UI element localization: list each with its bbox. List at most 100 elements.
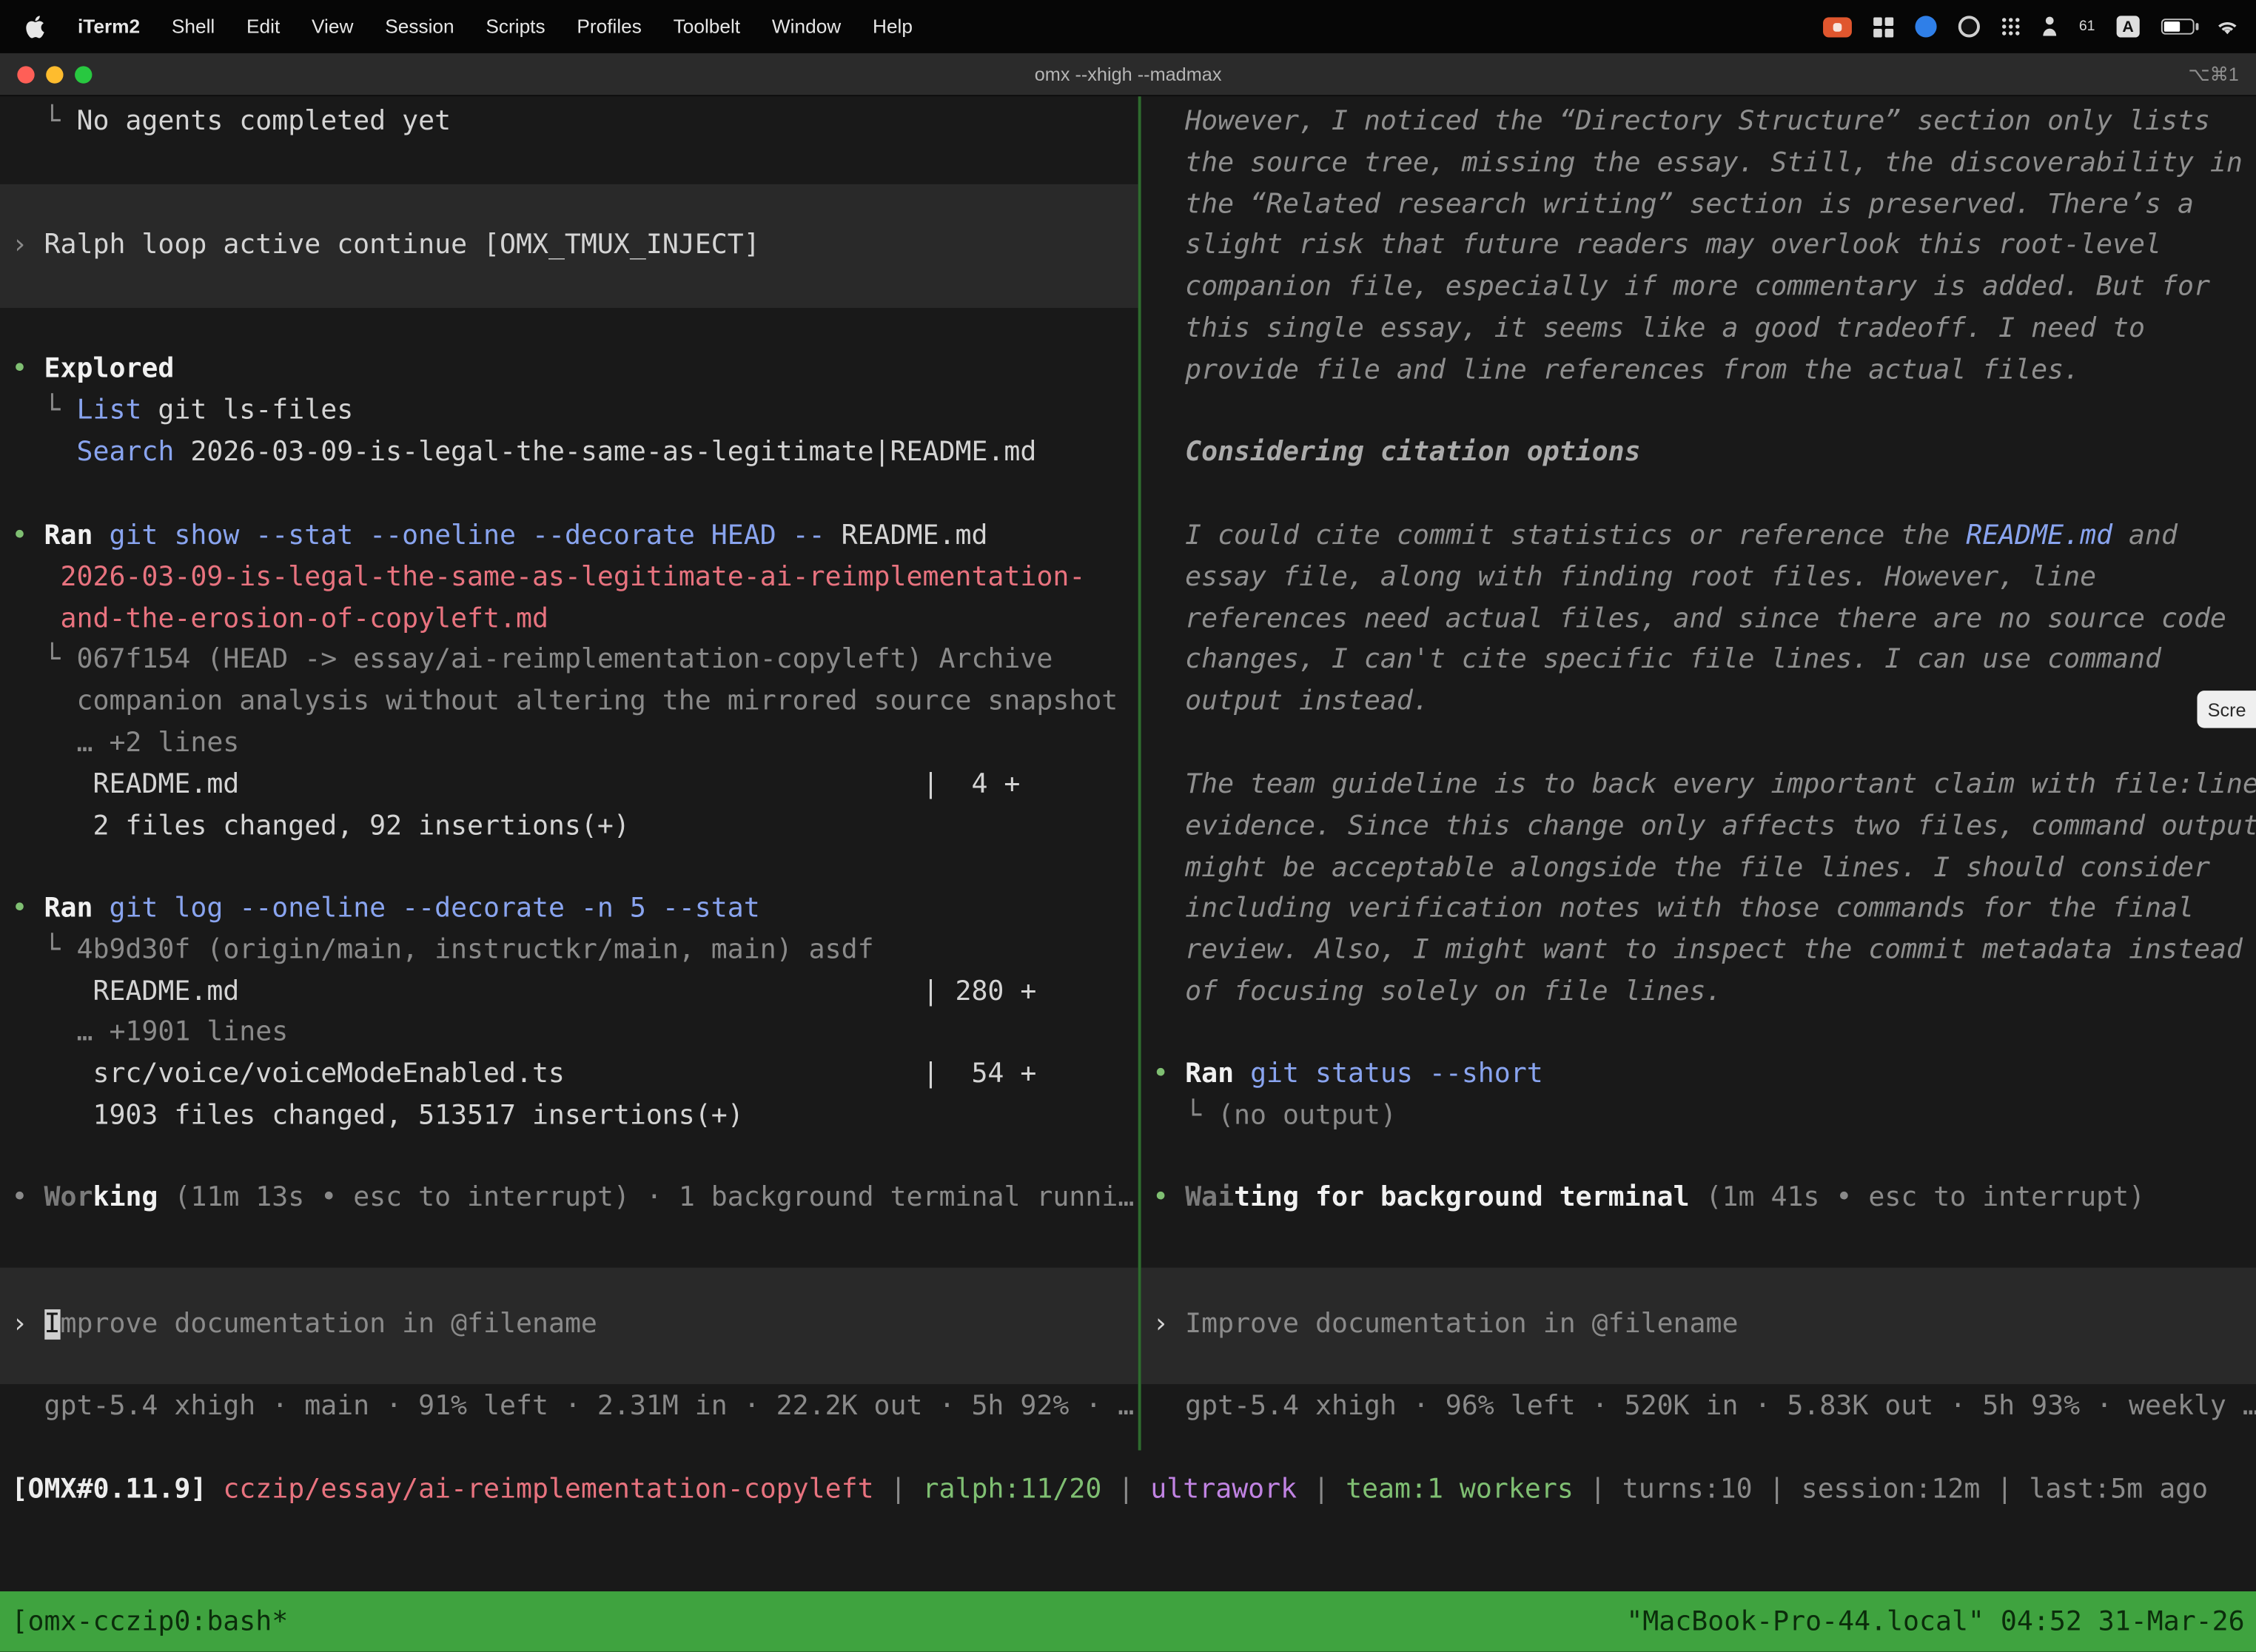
text-segment: … +1901 lines — [12, 1018, 289, 1048]
menu-item-shell[interactable]: Shell — [155, 16, 230, 37]
wifi-icon[interactable] — [2216, 18, 2239, 35]
terminal-line: └ List git ls-files — [0, 391, 1138, 432]
window-titlebar[interactable]: omx --xhigh --madmax ⌥⌘1 — [0, 53, 2256, 96]
menu-item-help[interactable]: Help — [857, 16, 929, 37]
text-segment: • — [1152, 1183, 1185, 1213]
terminal-line: › Improve documentation in @filename — [1141, 1305, 2256, 1346]
text-segment: I could cite commit statistics or refere… — [1152, 521, 1966, 551]
apple-menu-icon[interactable] — [26, 13, 49, 40]
window-shortcut-badge: ⌥⌘1 — [2188, 53, 2238, 96]
terminal-line: gpt-5.4 xhigh · 96% left · 520K in · 5.8… — [1141, 1387, 2256, 1428]
text-segment: › — [1152, 1309, 1185, 1340]
text-segment: including verification notes with those … — [1152, 894, 2194, 924]
terminal-line: README.md | 4 + — [0, 765, 1138, 807]
text-segment: team:1 workers — [1346, 1475, 1574, 1505]
menu-item-session[interactable]: Session — [369, 16, 470, 37]
menu-item-iterm2[interactable]: iTerm2 — [62, 16, 156, 37]
terminal-line: … +1901 lines — [0, 1013, 1138, 1055]
screen-recording-indicator-icon[interactable] — [1823, 16, 1852, 36]
text-segment — [93, 521, 109, 551]
thinking-paragraph-2: I could cite commit statistics or refere… — [1141, 517, 2256, 724]
menu-item-profiles[interactable]: Profiles — [561, 16, 657, 37]
text-segment: 2 files changed, 92 insertions(+) — [12, 811, 630, 842]
text-segment: ultrawork — [1150, 1475, 1297, 1505]
text-segment: this single essay, it seems like a good … — [1152, 314, 2145, 344]
text-segment: might be acceptable alongside the file l… — [1152, 853, 2210, 883]
text-segment: Ran — [1185, 1059, 1234, 1089]
text-segment: git show --stat --oneline --decorate HEA… — [109, 521, 825, 551]
terminal-line: of focusing solely on file lines. — [1141, 973, 2256, 1014]
zoom-button[interactable] — [75, 65, 92, 82]
blue-app-icon[interactable] — [1915, 16, 1936, 37]
battery-icon[interactable] — [2161, 19, 2195, 34]
text-segment: src/voice/voiceModeEnabled.ts | 54 + — [12, 1059, 1037, 1089]
text-segment: └ — [12, 395, 77, 426]
text-segment — [12, 563, 61, 593]
terminal-line: I could cite commit statistics or refere… — [1141, 517, 2256, 558]
person-icon[interactable] — [2041, 16, 2057, 37]
text-segment: List — [76, 395, 141, 426]
text-segment: last:5m ago — [2029, 1475, 2208, 1505]
menu-item-window[interactable]: Window — [756, 16, 857, 37]
input-source-icon[interactable]: A — [2117, 16, 2140, 37]
text-segment: › — [12, 229, 44, 260]
thinking-heading: Considering citation options — [1141, 433, 2256, 474]
terminal-line: slight risk that future readers may over… — [1141, 226, 2256, 268]
menu-item-scripts[interactable]: Scripts — [470, 16, 561, 37]
tmux-session-label: [omx-cczip0:bash* — [12, 1606, 289, 1636]
text-segment: references need actual files, and since … — [1152, 604, 2226, 634]
text-segment: of focusing solely on file lines. — [1152, 977, 1722, 1007]
terminal-line: • Working (11m 13s • esc to interrupt) ·… — [0, 1178, 1138, 1220]
text-segment: README.md | 280 + — [12, 976, 1037, 1007]
text-segment: 2026-03-09-is-legal-the-same-as-legitima… — [174, 437, 1036, 467]
text-segment: slight risk that future readers may over… — [1152, 231, 2161, 261]
screen-overlay-button[interactable]: Scre — [2198, 691, 2256, 728]
terminal-line: Search 2026-03-09-is-legal-the-same-as-l… — [0, 432, 1138, 474]
text-segment: I — [44, 1309, 61, 1340]
terminal-line: companion analysis without altering the … — [0, 682, 1138, 724]
terminal-line: └ (no output) — [1141, 1096, 2256, 1138]
round-app-icon[interactable] — [1958, 16, 1980, 37]
text-segment: Wor — [44, 1183, 93, 1213]
text-segment: Ran — [44, 893, 93, 924]
prompt-input[interactable]: › Improve documentation in @filename — [1141, 1268, 2256, 1384]
text-segment: essay file, along with finding root file… — [1152, 563, 2096, 593]
text-segment: (no output) — [1218, 1101, 1397, 1131]
tmux-status-bar: [omx-cczip0:bash* "MacBook-Pro-44.local"… — [0, 1591, 2256, 1652]
terminal-line: companion file, especially if more comme… — [1141, 268, 2256, 309]
dots-grid-icon[interactable] — [2001, 17, 2020, 36]
battery-percent-badge[interactable]: 61 — [2079, 19, 2095, 34]
right-agent-pane: However, I noticed the “Directory Struct… — [1141, 96, 2256, 1450]
text-segment: • — [12, 521, 44, 551]
terminal-line: However, I noticed the “Directory Struct… — [1141, 102, 2256, 144]
close-button[interactable] — [17, 65, 34, 82]
menu-item-edit[interactable]: Edit — [231, 16, 296, 37]
terminal-line: this single essay, it seems like a good … — [1141, 309, 2256, 351]
text-segment: README.md | 4 + — [12, 770, 1021, 800]
terminal-line: changes, I can't cite specific file line… — [1141, 641, 2256, 682]
text-segment: … +2 lines — [12, 728, 240, 759]
omx-status-bar: [OMX#0.11.9] cczip/essay/ai-reimplementa… — [0, 1471, 2256, 1512]
terminal-line: 1903 files changed, 513517 insertions(+) — [0, 1096, 1138, 1138]
text-segment: [OMX#0.11.9] — [12, 1475, 224, 1505]
terminal-line: src/voice/voiceModeEnabled.ts | 54 + — [0, 1055, 1138, 1096]
text-segment: └ — [12, 645, 77, 676]
text-segment: Wai — [1185, 1183, 1234, 1213]
text-segment: companion analysis without altering the … — [12, 687, 1118, 717]
minimize-button[interactable] — [46, 65, 63, 82]
grid-app-icon[interactable] — [1873, 16, 1893, 36]
text-segment: and — [2112, 521, 2178, 551]
text-segment — [12, 437, 77, 467]
text-segment: mprove documentation in @filename — [61, 1309, 597, 1340]
traffic-lights — [17, 65, 104, 82]
menu-item-toolbelt[interactable]: Toolbelt — [657, 16, 756, 37]
text-segment: | — [1574, 1475, 1622, 1505]
text-segment: Considering citation options — [1152, 437, 1640, 468]
terminal-line: including verification notes with those … — [1141, 890, 2256, 931]
text-segment: └ — [12, 935, 77, 965]
terminal-line: └ No agents completed yet — [0, 102, 1138, 144]
prompt-input[interactable]: › Improve documentation in @filename — [0, 1268, 1138, 1384]
text-segment — [12, 604, 61, 634]
menu-item-view[interactable]: View — [296, 16, 369, 37]
ralph-loop-banner: › Ralph loop active continue [OMX_TMUX_I… — [0, 184, 1138, 308]
